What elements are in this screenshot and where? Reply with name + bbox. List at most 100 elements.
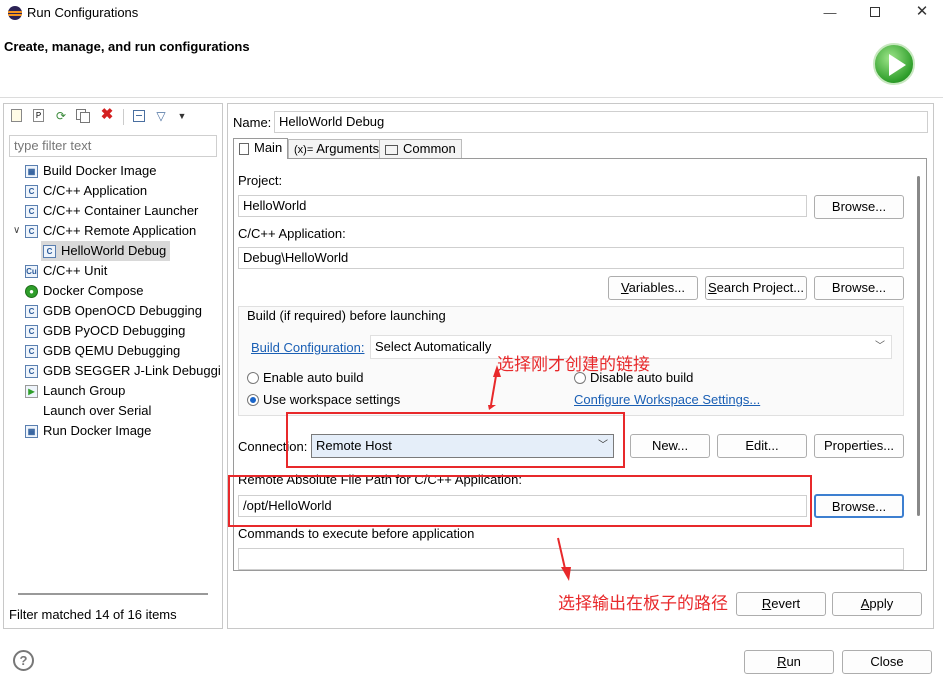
tree-item-label: GDB QEMU Debugging xyxy=(43,343,181,358)
project-label: Project: xyxy=(238,173,283,188)
tree-item[interactable]: ● Docker Compose xyxy=(25,281,143,301)
use-workspace-radio[interactable]: Use workspace settings xyxy=(247,392,400,407)
properties-button[interactable]: Properties... xyxy=(814,434,904,458)
window-title: Run Configurations xyxy=(27,5,139,20)
build-config-value: Select Automatically xyxy=(375,339,492,354)
launch-group-icon: ▶ xyxy=(25,385,38,399)
radio-icon xyxy=(247,371,259,384)
c-unit-icon: Cu xyxy=(25,265,38,279)
c-app-icon: C xyxy=(25,365,38,379)
vertical-scrollbar[interactable] xyxy=(917,176,920,516)
tree-item-label: Run Docker Image xyxy=(43,423,152,438)
tree-item[interactable]: C GDB OpenOCD Debugging xyxy=(25,301,202,321)
annotation-bottom: 选择输出在板子的路径 xyxy=(558,594,728,613)
tree-item[interactable]: C C/C++ Application xyxy=(25,181,147,201)
c-app-icon: C xyxy=(25,345,38,359)
tab-common-label: Common xyxy=(403,141,456,156)
tree-item[interactable]: ▦ Build Docker Image xyxy=(25,161,156,181)
main-tab-icon xyxy=(239,142,249,155)
connection-highlight-box xyxy=(286,412,625,468)
app-field[interactable]: Debug\HelloWorld xyxy=(238,247,904,269)
dialog-header: Create, manage, and run configurations xyxy=(0,26,943,98)
tree-item-label: GDB SEGGER J-Link Debuggi xyxy=(43,363,221,378)
filter-input[interactable]: type filter text xyxy=(9,135,217,157)
tree-item[interactable]: C GDB PyOCD Debugging xyxy=(25,321,185,341)
tab-main[interactable]: Main xyxy=(233,138,289,159)
tree-item[interactable]: ▶ Launch Group xyxy=(25,381,125,401)
apply-button[interactable]: Apply xyxy=(832,592,922,616)
tree-item[interactable]: C C/C++ Container Launcher xyxy=(25,201,198,221)
blank-icon xyxy=(25,405,38,418)
edit-connection-button[interactable]: Edit... xyxy=(717,434,807,458)
eclipse-icon xyxy=(8,6,22,20)
tab-common[interactable]: Common xyxy=(379,139,462,159)
commands-label: Commands to execute before application xyxy=(238,526,475,541)
annotation-top: 选择刚才创建的链接 xyxy=(497,355,650,374)
title-bar: Run Configurations — ✕ xyxy=(0,0,943,26)
c-app-icon: C xyxy=(25,185,38,199)
filter-status: Filter matched 14 of 16 items xyxy=(9,607,177,622)
close-window-button[interactable]: ✕ xyxy=(912,2,932,22)
chevron-down-icon: ﹀ xyxy=(875,341,885,352)
common-tab-icon xyxy=(385,144,398,155)
c-app-icon: C xyxy=(43,245,56,259)
close-button[interactable]: Close xyxy=(842,650,932,674)
c-app-icon: C xyxy=(25,205,38,219)
tree-item[interactable]: C HelloWorld Debug xyxy=(41,241,171,261)
revert-button[interactable]: Revert xyxy=(736,592,826,616)
tree-item[interactable]: ∨ C C/C++ Remote Application xyxy=(13,221,197,241)
maximize-button[interactable] xyxy=(866,3,886,23)
export-icon[interactable]: ⟳ xyxy=(53,108,69,124)
docker-compose-icon: ● xyxy=(25,285,38,299)
remote-path-browse-button[interactable]: Browse... xyxy=(814,494,904,518)
minimize-button[interactable]: — xyxy=(820,3,840,23)
delete-icon[interactable]: ✖ xyxy=(99,107,115,123)
tree-item-label: C/C++ Application xyxy=(43,183,148,198)
c-app-icon: C xyxy=(25,225,38,239)
tree-item[interactable]: ▦ Run Docker Image xyxy=(25,421,151,441)
tree-item-label: HelloWorld Debug xyxy=(61,243,167,258)
filter-icon[interactable]: ▽ xyxy=(153,108,169,124)
header-title: Create, manage, and run configurations xyxy=(4,39,250,54)
project-field[interactable]: HelloWorld xyxy=(238,195,807,217)
horizontal-scrollbar[interactable] xyxy=(18,593,208,595)
tree-item[interactable]: Cu C/C++ Unit xyxy=(25,261,107,281)
c-app-icon: C xyxy=(25,325,38,339)
tab-main-label: Main xyxy=(254,140,283,155)
tree-item[interactable]: C GDB SEGGER J-Link Debuggi xyxy=(25,361,221,381)
tree-item-label: GDB OpenOCD Debugging xyxy=(43,303,202,318)
name-field[interactable]: HelloWorld Debug xyxy=(274,111,928,133)
build-group-title: Build (if required) before launching xyxy=(247,308,446,323)
run-banner-icon xyxy=(873,43,915,85)
build-config-link[interactable]: Build Configuration: xyxy=(251,340,364,355)
new-prototype-icon[interactable]: P xyxy=(31,108,47,124)
app-label: C/C++ Application: xyxy=(238,226,346,241)
collapse-all-icon[interactable] xyxy=(131,108,147,124)
tree-item[interactable]: Launch over Serial xyxy=(25,401,151,421)
enable-auto-label: Enable auto build xyxy=(263,370,364,385)
variables-button[interactable]: Variables... xyxy=(608,276,698,300)
help-icon[interactable]: ? xyxy=(13,650,34,671)
radio-selected-icon xyxy=(247,393,259,406)
search-project-button[interactable]: Search Project... xyxy=(705,276,807,300)
tab-arguments[interactable]: (x)= Arguments xyxy=(288,139,386,159)
project-browse-button[interactable]: Browse... xyxy=(814,195,904,219)
enable-auto-build-radio[interactable]: Enable auto build xyxy=(247,370,363,385)
use-workspace-label: Use workspace settings xyxy=(263,392,401,407)
tree-item-label: C/C++ Container Launcher xyxy=(43,203,199,218)
tree-item[interactable]: C GDB QEMU Debugging xyxy=(25,341,180,361)
tree-item-label: Docker Compose xyxy=(43,283,144,298)
tree-item-label: C/C++ Remote Application xyxy=(43,223,197,238)
app-browse-button[interactable]: Browse... xyxy=(814,276,904,300)
tree-item-label: GDB PyOCD Debugging xyxy=(43,323,186,338)
new-config-icon[interactable] xyxy=(9,108,25,124)
chevron-down-icon[interactable]: ∨ xyxy=(13,221,20,241)
remote-path-highlight-box xyxy=(228,475,812,527)
c-app-icon: C xyxy=(25,305,38,319)
new-connection-button[interactable]: New... xyxy=(630,434,710,458)
duplicate-icon[interactable] xyxy=(75,108,91,124)
tree-item-label: Build Docker Image xyxy=(43,163,157,178)
configure-workspace-link[interactable]: Configure Workspace Settings... xyxy=(574,392,760,407)
view-menu-icon[interactable]: ▼ xyxy=(174,108,190,124)
run-button[interactable]: Run xyxy=(744,650,834,674)
